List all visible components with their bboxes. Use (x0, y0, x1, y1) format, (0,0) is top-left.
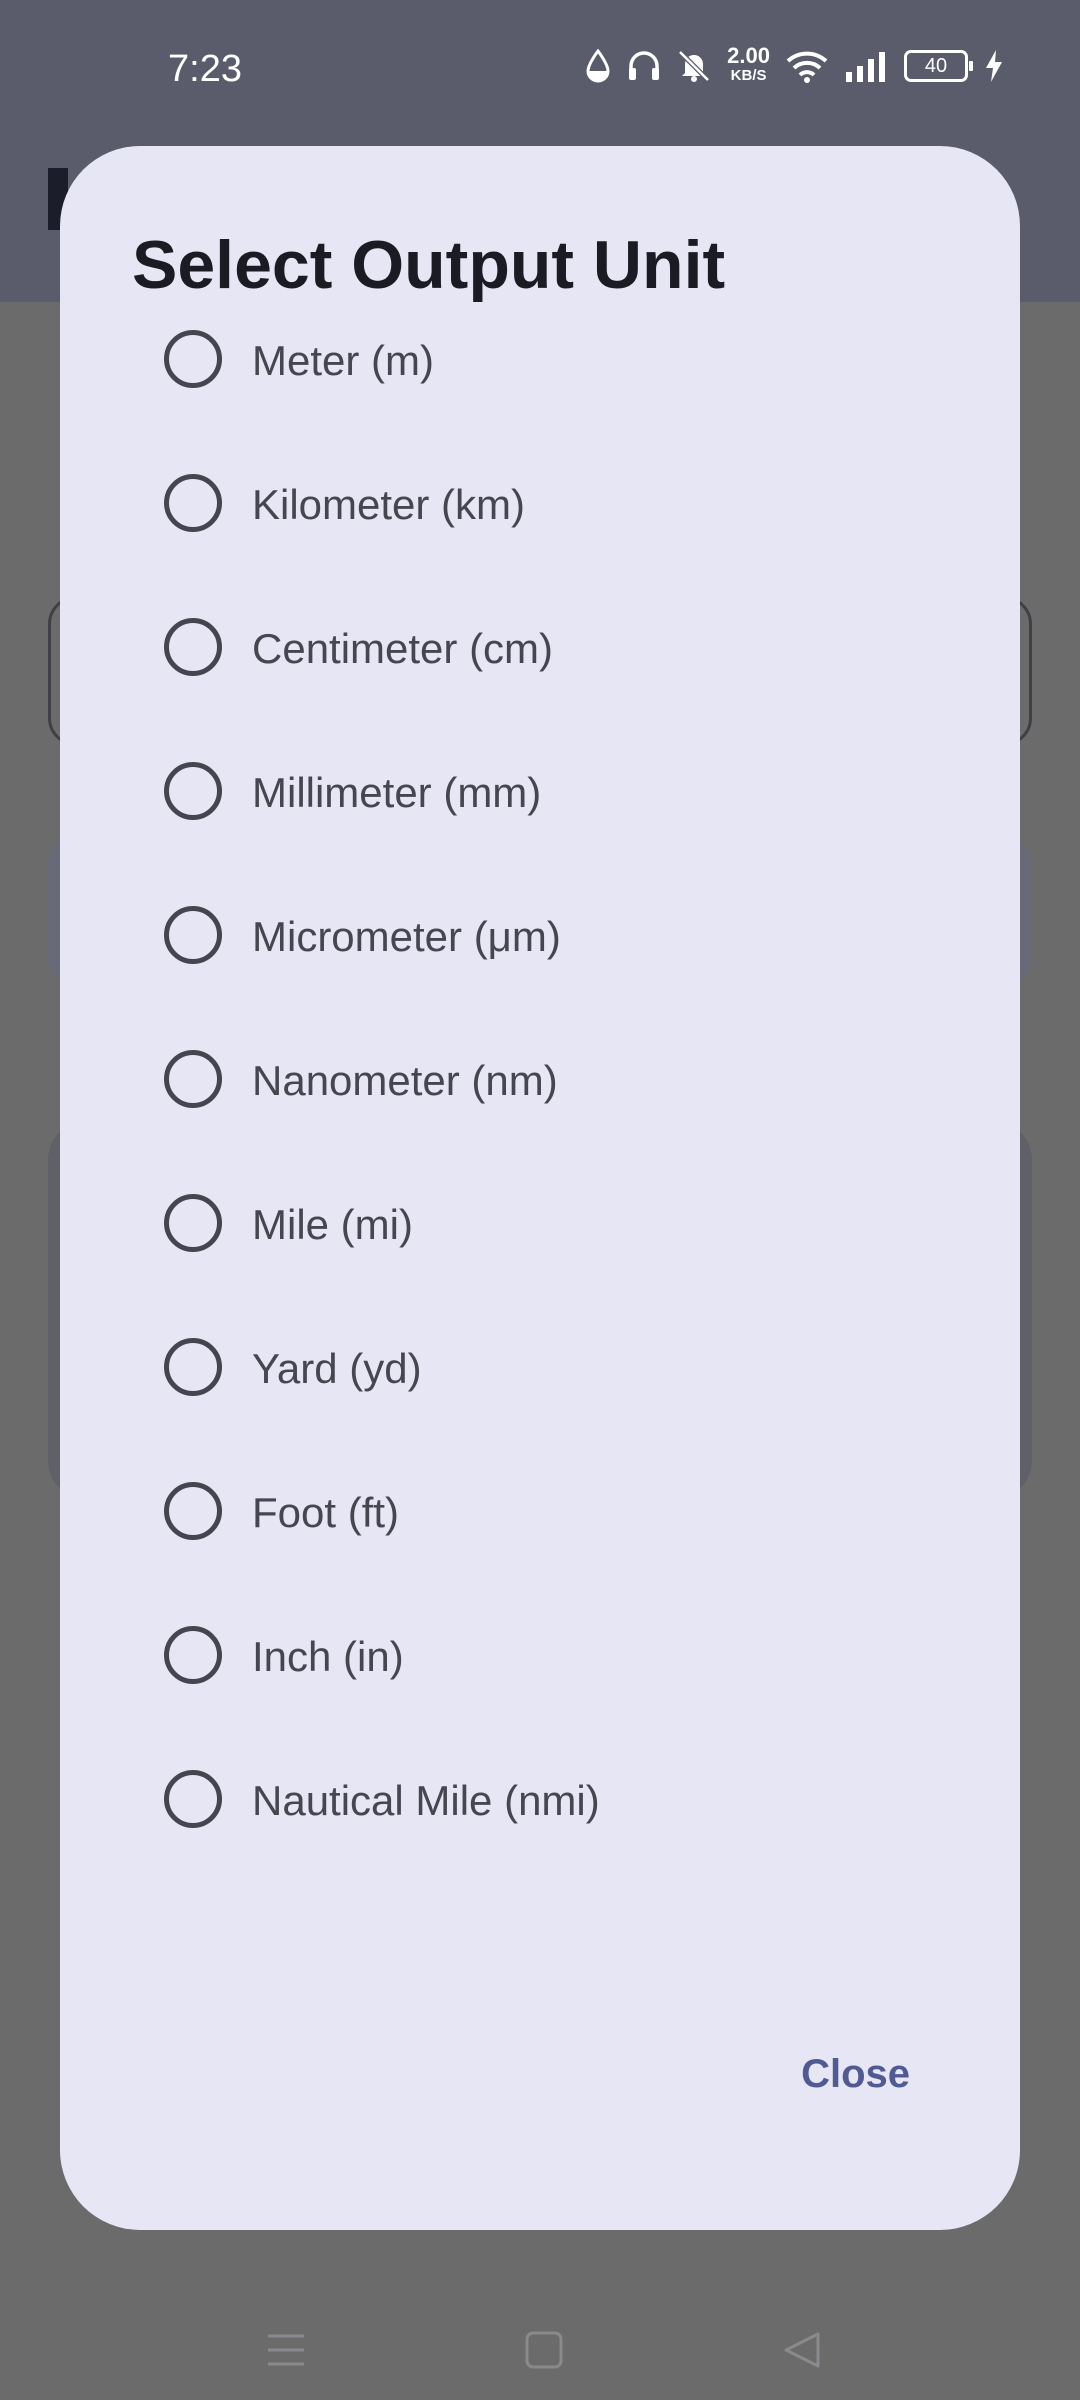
radio-button[interactable] (164, 1626, 222, 1684)
unit-option-label: Mile (mi) (252, 1201, 413, 1248)
radio-button[interactable] (164, 1338, 222, 1396)
unit-option-label: Micrometer (μm) (252, 913, 561, 960)
unit-option-inch[interactable]: Inch (in) (60, 1583, 1020, 1727)
status-icons: 2.00 KB/S 40 (585, 43, 1004, 86)
bell-off-icon (678, 50, 710, 82)
network-speed-unit: KB/S (730, 67, 767, 84)
unit-option-label: Nautical Mile (nmi) (252, 1777, 600, 1824)
back-triangle-icon[interactable] (782, 2330, 822, 2370)
radio-button[interactable] (164, 1050, 222, 1108)
unit-option-label: Kilometer (km) (252, 481, 526, 528)
signal-icon (846, 52, 885, 82)
select-output-unit-dialog: Select Output Unit Meter (m) Kilometer (… (60, 146, 1020, 2230)
close-button[interactable]: Close (801, 2052, 910, 2097)
unit-options-list: Meter (m) Kilometer (km) Centimeter (cm)… (60, 287, 1020, 1871)
unit-option-nanometer[interactable]: Nanometer (nm) (60, 1007, 1020, 1151)
status-bar: 7:23 2.00 KB/S 40 (0, 0, 1080, 140)
unit-option-micrometer[interactable]: Micrometer (μm) (60, 863, 1020, 1007)
status-time: 7:23 (168, 48, 242, 90)
unit-option-meter[interactable]: Meter (m) (60, 287, 1020, 431)
network-speed-value: 2.00 (727, 43, 770, 68)
navigation-bar (0, 2280, 1080, 2400)
radio-button[interactable] (164, 474, 222, 532)
unit-option-foot[interactable]: Foot (ft) (60, 1439, 1020, 1583)
drop-icon (586, 49, 610, 83)
radio-button[interactable] (164, 618, 222, 676)
headphones-icon (629, 51, 660, 80)
charging-icon (986, 50, 1002, 82)
unit-option-label: Millimeter (mm) (252, 769, 542, 816)
unit-option-label: Yard (yd) (252, 1345, 422, 1392)
menu-icon[interactable] (266, 2330, 306, 2370)
radio-button[interactable] (164, 1770, 222, 1828)
wifi-icon (786, 51, 828, 83)
unit-option-kilometer[interactable]: Kilometer (km) (60, 431, 1020, 575)
radio-button[interactable] (164, 1482, 222, 1540)
battery-icon: 40 (904, 50, 973, 82)
unit-option-label: Meter (m) (252, 337, 434, 384)
unit-option-label: Foot (ft) (252, 1489, 400, 1536)
network-speed: 2.00 KB/S (727, 43, 770, 86)
radio-button[interactable] (164, 762, 222, 820)
radio-button[interactable] (164, 1194, 222, 1252)
unit-option-nautical-mile[interactable]: Nautical Mile (nmi) (60, 1727, 1020, 1871)
home-square-icon[interactable] (524, 2330, 564, 2370)
radio-button[interactable] (164, 906, 222, 964)
radio-button[interactable] (164, 330, 222, 388)
unit-option-label: Centimeter (cm) (252, 625, 554, 672)
unit-option-mile[interactable]: Mile (mi) (60, 1151, 1020, 1295)
unit-option-yard[interactable]: Yard (yd) (60, 1295, 1020, 1439)
unit-option-label: Nanometer (nm) (252, 1057, 558, 1104)
unit-option-label: Inch (in) (252, 1633, 404, 1680)
unit-option-centimeter[interactable]: Centimeter (cm) (60, 575, 1020, 719)
unit-option-millimeter[interactable]: Millimeter (mm) (60, 719, 1020, 863)
